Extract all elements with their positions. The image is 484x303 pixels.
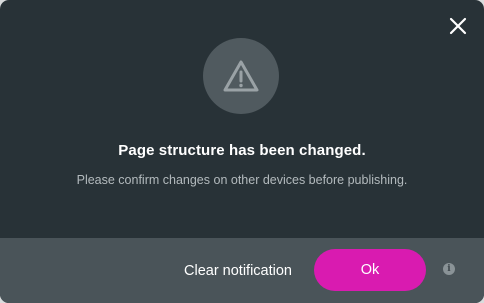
ok-button[interactable]: Ok	[314, 249, 426, 291]
dialog-title: Page structure has been changed.	[118, 142, 366, 159]
warning-badge	[203, 38, 279, 114]
clear-notification-button[interactable]: Clear notification	[170, 238, 306, 303]
notification-dialog: Page structure has been changed. Please …	[0, 0, 484, 303]
close-icon	[449, 17, 467, 35]
warning-icon	[223, 60, 259, 92]
dialog-message: Please confirm changes on other devices …	[76, 173, 408, 187]
close-button[interactable]	[446, 14, 470, 38]
dialog-footer: Clear notification Ok i	[0, 238, 484, 303]
info-icon[interactable]: i	[443, 263, 455, 275]
